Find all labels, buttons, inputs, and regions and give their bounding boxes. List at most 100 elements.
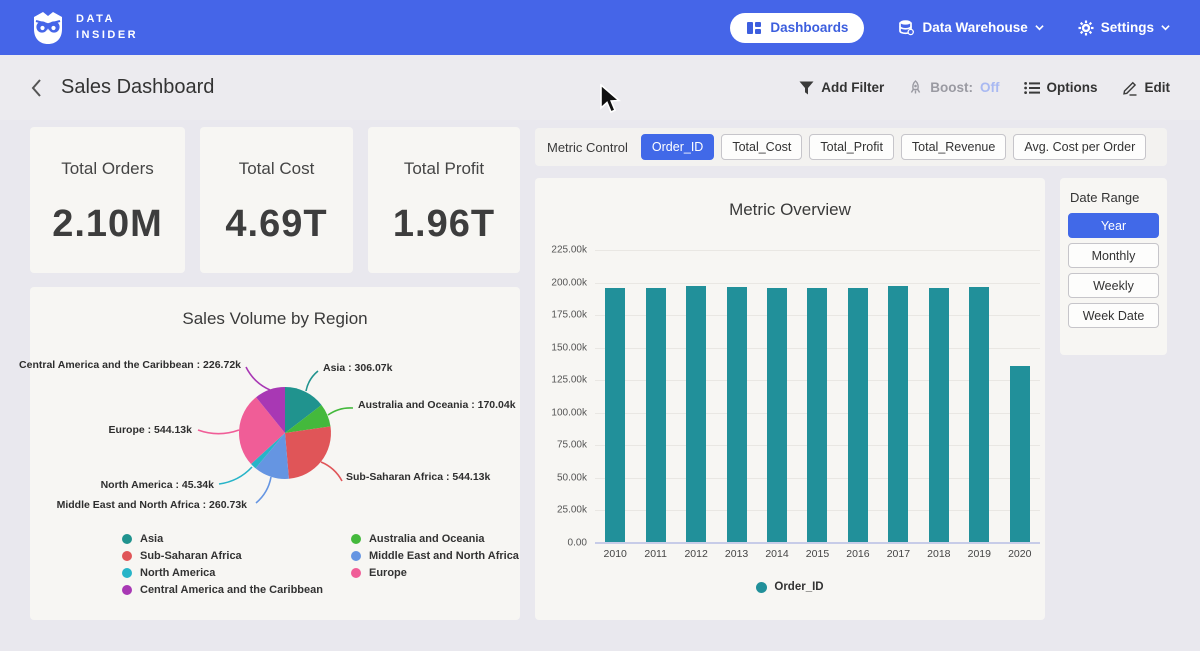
bar-2016[interactable] [848, 288, 868, 543]
bar-2014[interactable] [767, 288, 787, 543]
add-filter-label: Add Filter [821, 80, 884, 95]
legend-item-north-america[interactable]: North America [122, 567, 323, 579]
kpi-card-total-orders: Total Orders 2.10M [30, 127, 185, 273]
date-range-label: Date Range [1070, 190, 1159, 205]
date-range-option-year[interactable]: Year [1068, 213, 1159, 238]
pie-connector-line [306, 371, 318, 391]
pie-annotation-sub-saharan: Sub-Saharan Africa : 544.13k [346, 471, 490, 483]
y-tick-label: 75.00k [557, 440, 587, 451]
pie-slice-sub-saharan-africa[interactable] [285, 426, 331, 478]
legend-item-asia[interactable]: Asia [122, 533, 323, 545]
bar-2012[interactable] [686, 286, 706, 543]
add-filter-button[interactable]: Add Filter [799, 80, 884, 95]
rocket-icon [908, 80, 923, 96]
bar-2010[interactable] [605, 288, 625, 543]
y-tick-label: 125.00k [551, 375, 587, 386]
x-tick-label: 2016 [838, 548, 878, 560]
legend-column: Asia Sub-Saharan Africa North America Centr… [122, 533, 323, 596]
metric-option-total-profit[interactable]: Total_Profit [809, 134, 894, 160]
nav-dashboards-button[interactable]: Dashboards [730, 13, 864, 43]
legend-dot [351, 534, 361, 544]
back-chevron-icon [30, 78, 43, 98]
nav-settings-label: Settings [1101, 20, 1154, 35]
pie-connector-line [328, 408, 353, 415]
legend-item-australia-and-oceania[interactable]: Australia and Oceania [351, 533, 519, 545]
pie-connector-line [198, 430, 239, 434]
metric-option-total-revenue[interactable]: Total_Revenue [901, 134, 1006, 160]
nav-dashboards-label: Dashboards [770, 20, 848, 35]
metric-overview-panel: Metric Overview 225.00k200.00k175.00k150… [535, 178, 1045, 620]
nav-data-warehouse-button[interactable]: Data Warehouse [898, 19, 1043, 36]
bar-2013[interactable] [727, 287, 747, 543]
kpi-value: 2.10M [52, 203, 163, 246]
metric-option-avg-cost-per-order[interactable]: Avg. Cost per Order [1013, 134, 1146, 160]
pie-annotation-asia: Asia : 306.07k [323, 362, 392, 374]
kpi-label: Total Orders [61, 159, 154, 179]
edit-label: Edit [1145, 80, 1171, 95]
bar-2011[interactable] [646, 288, 666, 543]
legend-dot [351, 568, 361, 578]
y-tick-label: 200.00k [551, 277, 587, 288]
page-toolbar: Add Filter Boost: Off Options Edit [799, 80, 1170, 96]
legend-dot [122, 568, 132, 578]
date-range-panel: Date Range Year Monthly Weekly Week Date [1060, 178, 1167, 355]
metric-option-total-cost[interactable]: Total_Cost [721, 134, 802, 160]
legend-item-europe[interactable]: Europe [351, 567, 519, 579]
pie-annotation-mena: Middle East and North Africa : 260.73k [57, 499, 247, 511]
pie-connector-line [246, 367, 270, 390]
boost-toggle[interactable]: Boost: Off [908, 80, 999, 96]
filter-icon [799, 81, 814, 95]
x-tick-label: 2012 [676, 548, 716, 560]
page-header: Sales Dashboard Add Filter Boost: Off Op… [0, 55, 1200, 120]
date-range-option-monthly[interactable]: Monthly [1068, 243, 1159, 268]
kpi-label: Total Profit [404, 159, 484, 179]
legend-item-central-america-and-the-caribbean[interactable]: Central America and the Caribbean [122, 584, 323, 596]
y-tick-label: 25.00k [557, 505, 587, 516]
pie-annotation-europe: Europe : 544.13k [109, 424, 192, 436]
page-title: Sales Dashboard [61, 76, 214, 99]
x-tick-label: 2010 [595, 548, 635, 560]
legend-column: Australia and Oceania Middle East and Nor… [351, 533, 519, 596]
legend-dot [122, 551, 132, 561]
dashboard-grid-icon [746, 20, 762, 36]
legend-item-sub-saharan-africa[interactable]: Sub-Saharan Africa [122, 550, 323, 562]
x-tick-label: 2014 [757, 548, 797, 560]
y-tick-label: 150.00k [551, 342, 587, 353]
legend-label: Australia and Oceania [369, 533, 485, 545]
edit-button[interactable]: Edit [1122, 80, 1171, 96]
bar-chart-plot: 225.00k200.00k175.00k150.00k125.00k100.0… [595, 250, 1040, 543]
metric-option-order-id[interactable]: Order_ID [641, 134, 714, 160]
bar-chart-title: Metric Overview [535, 200, 1045, 220]
nav-settings-button[interactable]: Settings [1078, 20, 1170, 36]
bar-2017[interactable] [888, 286, 908, 543]
metric-control-buttons: Order_ID Total_Cost Total_Profit Total_Reve… [641, 134, 1146, 160]
x-tick-label: 2013 [717, 548, 757, 560]
legend-label: North America [140, 567, 215, 579]
bar-2020[interactable] [1010, 366, 1030, 543]
bar-2018[interactable] [929, 288, 949, 543]
legend-item-middle-east-and-north-africa[interactable]: Middle East and North Africa [351, 550, 519, 562]
y-tick-label: 100.00k [551, 407, 587, 418]
bar-2019[interactable] [969, 287, 989, 543]
date-range-option-week-date[interactable]: Week Date [1068, 303, 1159, 328]
x-tick-label: 2011 [636, 548, 676, 560]
y-tick-label: 225.00k [551, 245, 587, 256]
owl-logo-icon [30, 10, 66, 46]
pie-connector-line [256, 477, 271, 503]
x-tick-label: 2017 [878, 548, 918, 560]
kpi-card-total-cost: Total Cost 4.69T [200, 127, 353, 273]
back-button[interactable] [30, 78, 43, 98]
nav-data-warehouse-label: Data Warehouse [922, 20, 1027, 35]
bar-2015[interactable] [807, 288, 827, 543]
y-tick-label: 175.00k [551, 310, 587, 321]
options-button[interactable]: Options [1024, 80, 1098, 95]
legend-label: Central America and the Caribbean [140, 584, 323, 596]
pie-legend: Asia Sub-Saharan Africa North America Centr… [122, 533, 519, 596]
y-tick-label: 0.00 [568, 538, 587, 549]
pie-connector-line [219, 467, 252, 484]
x-tick-label: 2015 [797, 548, 837, 560]
legend-label: Asia [140, 533, 163, 545]
bar-chart-x-axis: 2010201120122013201420152016201720182019… [595, 548, 1040, 560]
date-range-buttons: Year Monthly Weekly Week Date [1068, 213, 1159, 328]
date-range-option-weekly[interactable]: Weekly [1068, 273, 1159, 298]
